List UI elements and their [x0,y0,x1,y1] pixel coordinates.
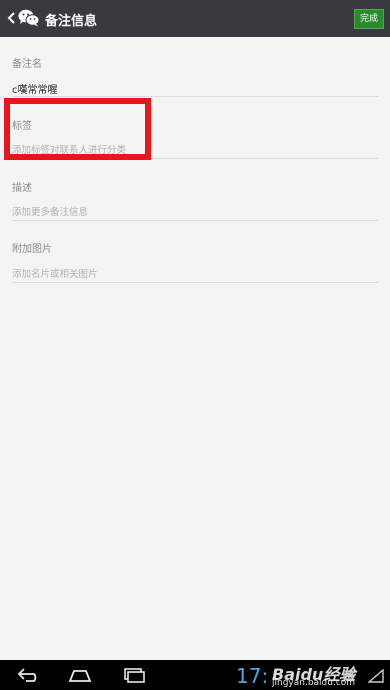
divider [12,282,378,283]
clock: 17: [236,664,269,688]
divider [12,220,378,221]
wechat-icon [18,9,40,27]
description-label: 描述 [12,183,32,194]
done-button[interactable]: 完成 [354,9,384,29]
top-bar: 备注信息 完成 [0,0,390,37]
battery-icon [343,670,354,680]
attach-image-label: 附加图片 [12,244,52,255]
divider [12,96,378,97]
page-title: 备注信息 [45,14,98,29]
remark-name-input[interactable]: c嘆常常喔 [12,81,58,96]
recent-apps-icon[interactable] [120,667,146,683]
back-arrow-icon[interactable] [16,667,42,683]
attach-image-input[interactable]: 添加名片或相关图片 [12,266,98,280]
wifi-icon [368,669,384,683]
home-icon[interactable] [67,667,93,683]
highlight-box [4,98,151,160]
remark-name-label: 备注名 [12,59,42,70]
system-nav-bar: 17: Baidu经验 jingyan.baidu.com [0,660,390,690]
description-input[interactable]: 添加更多备注信息 [12,204,88,218]
